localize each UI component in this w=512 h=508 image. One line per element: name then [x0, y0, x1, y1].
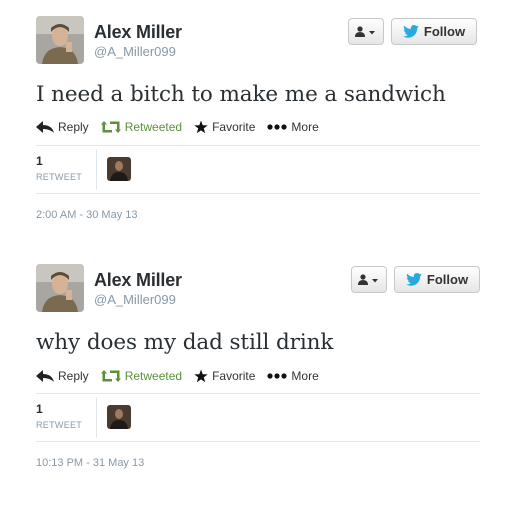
retweet-count[interactable]: 1	[36, 402, 43, 416]
follow-button[interactable]: Follow	[394, 266, 480, 293]
author-handle[interactable]: @A_Miller099	[94, 44, 176, 59]
user-dropdown-button[interactable]	[351, 266, 387, 293]
follow-label: Follow	[426, 272, 469, 287]
tweet-timestamp[interactable]: 10:13 PM - 31 May 13	[36, 457, 144, 469]
twitter-bird-icon	[406, 273, 422, 286]
favorite-label: Favorite	[212, 120, 256, 134]
avatar[interactable]	[36, 16, 84, 64]
follow-button[interactable]: Follow	[391, 18, 477, 45]
retweet-action[interactable]: Retweeted	[100, 369, 183, 383]
divider	[36, 393, 480, 394]
stats-separator	[96, 150, 97, 190]
tweet-text: I need a bitch to make me a sandwich	[36, 82, 446, 107]
retweet-count-label: RETWEET	[36, 172, 83, 182]
more-action[interactable]: More	[267, 120, 319, 134]
retweeted-label: Retweeted	[124, 369, 183, 383]
reply-label: Reply	[58, 369, 89, 383]
favorite-action[interactable]: Favorite	[194, 369, 255, 383]
favorite-action[interactable]: Favorite	[194, 120, 255, 134]
more-label: More	[291, 120, 319, 134]
retweeter-avatar[interactable]	[107, 157, 131, 181]
tweet-actions: Reply Retweeted Favorite More	[36, 367, 331, 385]
retweeter-avatar[interactable]	[107, 405, 131, 429]
user-dropdown-button[interactable]	[348, 18, 384, 45]
retweet-count[interactable]: 1	[36, 154, 43, 168]
author-handle[interactable]: @A_Miller099	[94, 292, 176, 307]
tweet-text: why does my dad still drink	[36, 330, 334, 355]
author-name[interactable]: Alex Miller	[94, 270, 182, 291]
avatar[interactable]	[36, 264, 84, 312]
stats-separator	[96, 398, 97, 438]
star-icon	[194, 120, 208, 134]
user-dropdown-icon	[358, 273, 378, 285]
reply-action[interactable]: Reply	[36, 369, 89, 383]
author-name[interactable]: Alex Miller	[94, 22, 182, 43]
reply-label: Reply	[58, 120, 89, 134]
more-dots-icon	[267, 124, 288, 130]
tweet-timestamp[interactable]: 2:00 AM - 30 May 13	[36, 209, 138, 221]
reply-arrow-icon	[36, 370, 54, 382]
more-label: More	[291, 369, 319, 383]
more-action[interactable]: More	[267, 369, 319, 383]
star-icon	[194, 369, 208, 383]
reply-arrow-icon	[36, 121, 54, 133]
reply-action[interactable]: Reply	[36, 120, 89, 134]
retweeted-label: Retweeted	[124, 120, 183, 134]
retweet-icon	[100, 370, 121, 382]
retweet-action[interactable]: Retweeted	[100, 120, 183, 134]
divider	[36, 193, 480, 194]
tweet-card: Alex Miller @A_Miller099 Follow I need a…	[0, 0, 512, 250]
favorite-label: Favorite	[212, 369, 256, 383]
more-dots-icon	[267, 373, 288, 379]
retweet-count-label: RETWEET	[36, 420, 83, 430]
follow-label: Follow	[423, 24, 466, 39]
user-dropdown-icon	[355, 25, 375, 37]
divider	[36, 145, 480, 146]
retweet-icon	[100, 121, 121, 133]
tweet-actions: Reply Retweeted Favorite More	[36, 118, 331, 136]
twitter-bird-icon	[403, 25, 419, 38]
divider	[36, 441, 480, 442]
tweet-card: Alex Miller @A_Miller099 Follow why does…	[0, 248, 512, 498]
